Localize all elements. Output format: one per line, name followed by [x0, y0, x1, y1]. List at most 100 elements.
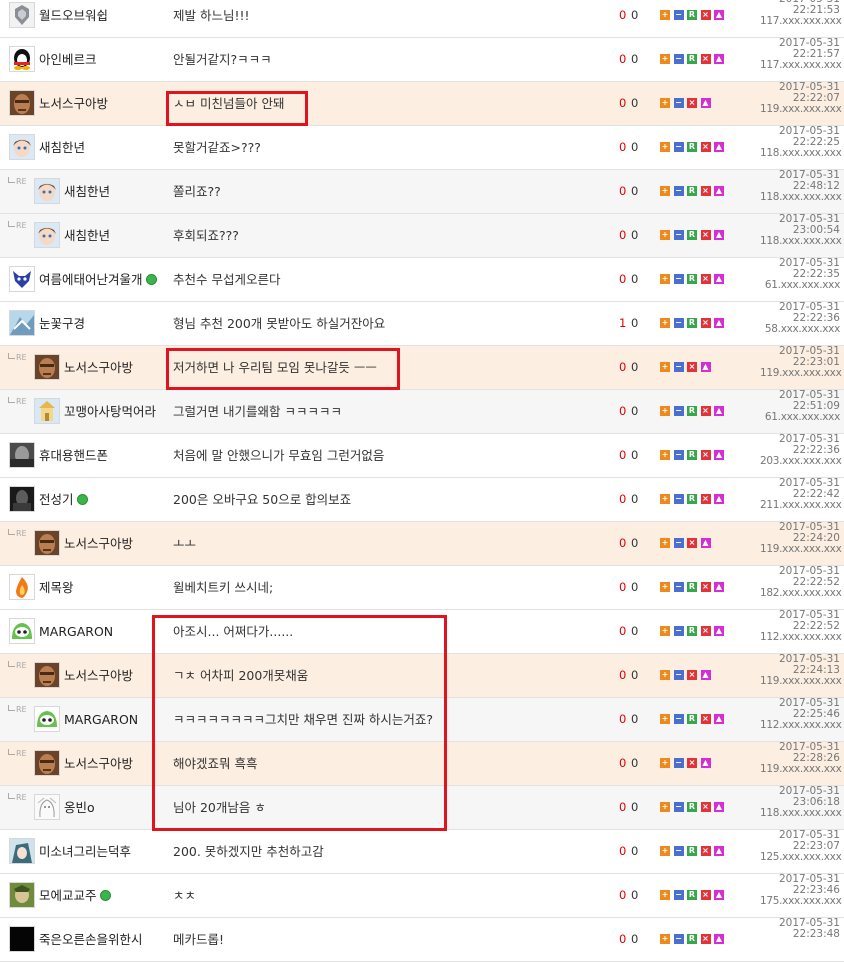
minus-icon[interactable]: −	[673, 758, 684, 768]
delete-icon[interactable]: ×	[687, 98, 697, 108]
minus-icon[interactable]: −	[673, 406, 684, 416]
print-icon[interactable]: ▲	[714, 890, 724, 900]
print-icon[interactable]: ▲	[714, 10, 724, 20]
print-icon[interactable]: ▲	[714, 494, 724, 504]
nickname-link[interactable]: 꼬맹아사탕먹어라	[64, 390, 156, 433]
minus-icon[interactable]: −	[673, 98, 684, 108]
avatar[interactable]	[9, 134, 35, 160]
report-icon[interactable]: R	[687, 494, 697, 504]
print-icon[interactable]: ▲	[714, 846, 724, 856]
plus-icon[interactable]: +	[660, 626, 670, 636]
delete-icon[interactable]: ×	[700, 846, 711, 856]
report-icon[interactable]: R	[687, 582, 697, 592]
minus-icon[interactable]: −	[673, 10, 684, 20]
minus-icon[interactable]: −	[673, 186, 684, 196]
minus-icon[interactable]: −	[673, 626, 684, 636]
plus-icon[interactable]: +	[660, 98, 670, 108]
avatar[interactable]	[34, 398, 60, 424]
plus-icon[interactable]: +	[660, 186, 670, 196]
minus-icon[interactable]: −	[673, 318, 684, 328]
delete-icon[interactable]: ×	[700, 890, 711, 900]
print-icon[interactable]: ▲	[714, 582, 724, 592]
print-icon[interactable]: ▲	[714, 802, 724, 812]
plus-icon[interactable]: +	[660, 846, 670, 856]
print-icon[interactable]: ▲	[714, 142, 724, 152]
avatar[interactable]	[34, 706, 60, 732]
minus-icon[interactable]: −	[673, 362, 684, 372]
nickname-link[interactable]: MARGARON	[64, 698, 138, 741]
report-icon[interactable]: R	[687, 846, 697, 856]
nickname-link[interactable]: MARGARON	[39, 610, 113, 653]
report-icon[interactable]: R	[687, 626, 697, 636]
avatar[interactable]	[9, 266, 35, 292]
report-icon[interactable]: R	[687, 802, 697, 812]
delete-icon[interactable]: ×	[687, 538, 697, 548]
plus-icon[interactable]: +	[660, 450, 670, 460]
minus-icon[interactable]: −	[673, 670, 684, 680]
plus-icon[interactable]: +	[660, 318, 670, 328]
delete-icon[interactable]: ×	[700, 582, 711, 592]
avatar[interactable]	[9, 926, 35, 952]
nickname-link[interactable]: 노서스구아방	[39, 82, 108, 125]
avatar[interactable]	[34, 222, 60, 248]
minus-icon[interactable]: −	[673, 802, 684, 812]
nickname-link[interactable]: 노서스구아방	[64, 742, 133, 785]
minus-icon[interactable]: −	[673, 538, 684, 548]
nickname-link[interactable]: 미소녀그리는덕후	[39, 830, 131, 873]
plus-icon[interactable]: +	[660, 890, 670, 900]
nickname-link[interactable]: 여름에태어난겨울개	[39, 258, 157, 301]
minus-icon[interactable]: −	[673, 890, 684, 900]
delete-icon[interactable]: ×	[687, 758, 697, 768]
delete-icon[interactable]: ×	[700, 318, 711, 328]
plus-icon[interactable]: +	[660, 10, 670, 20]
delete-icon[interactable]: ×	[700, 186, 711, 196]
nickname-link[interactable]: 노서스구아방	[64, 522, 133, 565]
nickname-link[interactable]: 월드오브워쉽	[39, 0, 108, 37]
print-icon[interactable]: ▲	[714, 186, 724, 196]
avatar[interactable]	[34, 178, 60, 204]
delete-icon[interactable]: ×	[700, 626, 711, 636]
avatar[interactable]	[34, 530, 60, 556]
nickname-link[interactable]: 새침한년	[64, 214, 110, 257]
nickname-link[interactable]: 제목왕	[39, 566, 74, 609]
minus-icon[interactable]: −	[673, 450, 684, 460]
avatar[interactable]	[9, 574, 35, 600]
minus-icon[interactable]: −	[673, 54, 684, 64]
report-icon[interactable]: R	[687, 406, 697, 416]
nickname-link[interactable]: 노서스구아방	[64, 654, 133, 697]
avatar[interactable]	[34, 662, 60, 688]
plus-icon[interactable]: +	[660, 714, 670, 724]
minus-icon[interactable]: −	[673, 230, 684, 240]
plus-icon[interactable]: +	[660, 494, 670, 504]
avatar[interactable]	[9, 882, 35, 908]
delete-icon[interactable]: ×	[700, 230, 711, 240]
delete-icon[interactable]: ×	[700, 934, 711, 944]
avatar[interactable]	[34, 750, 60, 776]
delete-icon[interactable]: ×	[700, 802, 711, 812]
plus-icon[interactable]: +	[660, 142, 670, 152]
avatar[interactable]	[34, 794, 60, 820]
print-icon[interactable]: ▲	[714, 626, 724, 636]
plus-icon[interactable]: +	[660, 670, 670, 680]
print-icon[interactable]: ▲	[714, 450, 724, 460]
plus-icon[interactable]: +	[660, 406, 670, 416]
report-icon[interactable]: R	[687, 714, 697, 724]
nickname-link[interactable]: 옹빈o	[64, 786, 95, 829]
print-icon[interactable]: ▲	[714, 406, 724, 416]
avatar[interactable]	[9, 46, 35, 72]
report-icon[interactable]: R	[687, 318, 697, 328]
avatar[interactable]	[9, 442, 35, 468]
delete-icon[interactable]: ×	[700, 274, 711, 284]
nickname-link[interactable]: 전성기	[39, 478, 88, 521]
delete-icon[interactable]: ×	[687, 670, 697, 680]
minus-icon[interactable]: −	[673, 934, 684, 944]
plus-icon[interactable]: +	[660, 758, 670, 768]
nickname-link[interactable]: 아인베르크	[39, 38, 97, 81]
report-icon[interactable]: R	[687, 230, 697, 240]
avatar[interactable]	[34, 354, 60, 380]
minus-icon[interactable]: −	[673, 142, 684, 152]
report-icon[interactable]: R	[687, 142, 697, 152]
delete-icon[interactable]: ×	[700, 714, 711, 724]
report-icon[interactable]: R	[687, 186, 697, 196]
minus-icon[interactable]: −	[673, 494, 684, 504]
